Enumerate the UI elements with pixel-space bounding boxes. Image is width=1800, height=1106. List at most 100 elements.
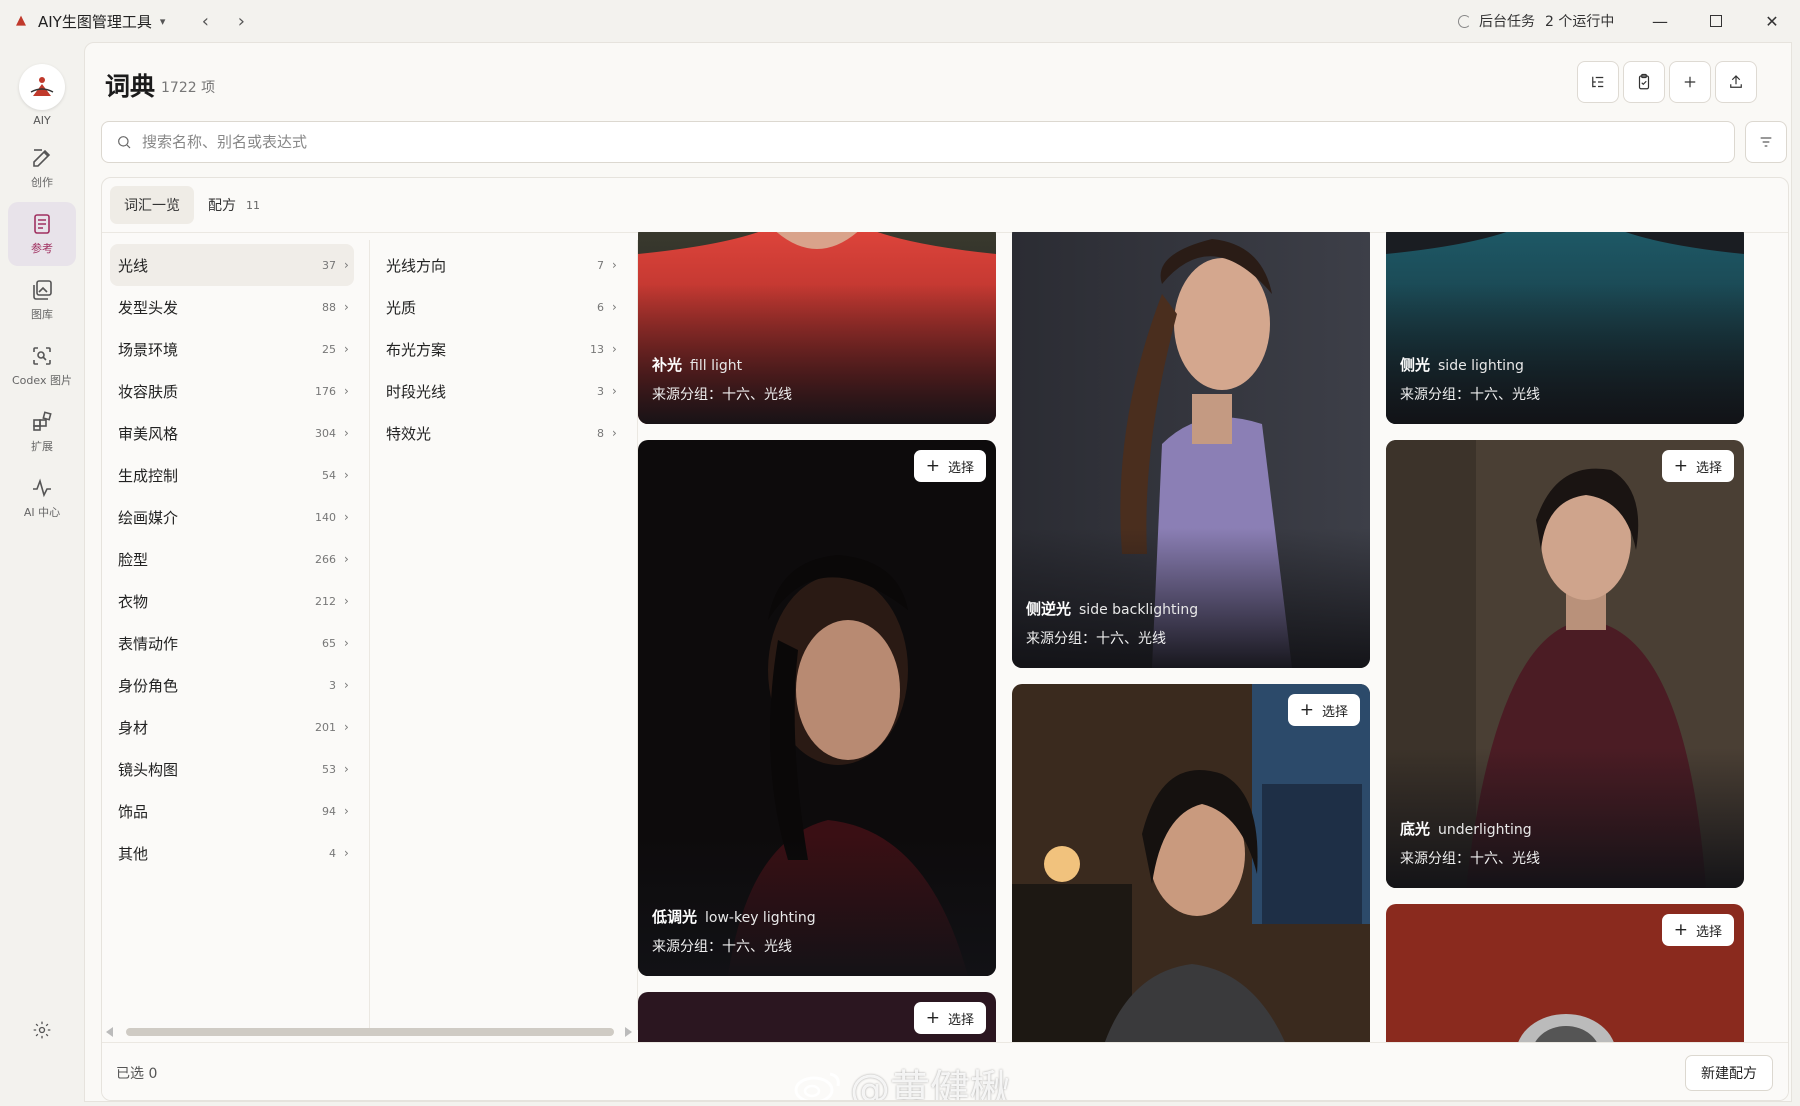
plus-icon: +: [925, 1007, 940, 1028]
subcategory-list: 光线方向 7 › 光质 6 › 布光方案 13 › 时段光线 3 › 特效光 8 ›: [370, 240, 638, 1030]
category-name: 绘画媒介: [118, 508, 179, 527]
subcategory-item[interactable]: 时段光线 3 ›: [378, 370, 622, 412]
term-card[interactable]: + 选择: [1386, 904, 1744, 1042]
title-bar: ▲ AIY生图管理工具 ▾ ‹ › 后台任务 2 个运行中 — ✕: [0, 0, 1800, 42]
chevron-right-icon: ›: [344, 594, 349, 608]
filter-button[interactable]: [1745, 121, 1787, 163]
upload-icon: [1730, 75, 1742, 88]
extensions-icon: [33, 411, 52, 431]
scroll-right-icon[interactable]: [625, 1027, 632, 1037]
category-item[interactable]: 衣物 212 ›: [110, 580, 354, 622]
subcategory-item[interactable]: 布光方案 13 ›: [378, 328, 622, 370]
chevron-down-icon[interactable]: ▾: [160, 15, 166, 28]
content-frame: 词汇一览 配方 11 光线 37 › 发型头发 88 › 场景环境 25 › 妆容肤质 176…: [101, 177, 1789, 1101]
add-button[interactable]: [1669, 61, 1711, 103]
category-item[interactable]: 绘画媒介 140 ›: [110, 496, 354, 538]
chevron-right-icon: ›: [344, 636, 349, 650]
new-recipe-button[interactable]: 新建配方: [1685, 1055, 1773, 1091]
chevron-right-icon: ›: [344, 846, 349, 860]
term-card[interactable]: + 选择 低调光 low-key lighting 来源分组：十六、光线: [638, 440, 996, 976]
sidebar-item-codex-images[interactable]: Codex 图片: [8, 334, 76, 398]
term-card[interactable]: 侧逆光 side backlighting 来源分组：十六、光线: [1012, 232, 1370, 668]
subcategory-item[interactable]: 光质 6 ›: [378, 286, 622, 328]
maximize-button[interactable]: [1688, 0, 1744, 42]
chevron-right-icon: ›: [612, 426, 617, 440]
category-item[interactable]: 表情动作 65 ›: [110, 622, 354, 664]
subcategory-item[interactable]: 光线方向 7 ›: [378, 244, 622, 286]
search-input[interactable]: [142, 133, 1702, 151]
plus-icon: +: [925, 455, 940, 476]
sidebar-item-label: 图库: [31, 308, 53, 321]
minimize-button[interactable]: —: [1632, 0, 1688, 42]
subcategory-count: 7: [597, 258, 604, 272]
sidebar-item-ai-center[interactable]: AI 中心: [8, 466, 76, 530]
category-item[interactable]: 生成控制 54 ›: [110, 454, 354, 496]
category-count: 212: [315, 594, 336, 608]
term-source: 来源分组：十六、光线: [652, 939, 792, 955]
clipboard-check-icon: [1638, 73, 1650, 90]
settings-button[interactable]: [28, 1016, 56, 1044]
scrollbar-thumb[interactable]: [126, 1028, 614, 1036]
spinner-icon: [1458, 14, 1471, 28]
background-tasks[interactable]: 后台任务 2 个运行中: [1458, 0, 1614, 42]
category-item[interactable]: 身份角色 3 ›: [110, 664, 354, 706]
export-button[interactable]: [1715, 61, 1757, 103]
category-item[interactable]: 身材 201 ›: [110, 706, 354, 748]
term-card[interactable]: + 选择 底光 underlighting 来源分组：十六、光线: [1386, 440, 1744, 888]
close-button[interactable]: ✕: [1744, 0, 1800, 42]
category-count: 4: [329, 846, 336, 860]
select-button[interactable]: + 选择: [1661, 450, 1734, 482]
term-title: 补光 fill light: [652, 356, 743, 374]
select-button[interactable]: + 选择: [913, 450, 986, 482]
category-name: 身材: [118, 718, 149, 737]
tab-vocabulary[interactable]: 词汇一览: [110, 186, 194, 224]
subcategory-item[interactable]: 特效光 8 ›: [378, 412, 622, 454]
category-item[interactable]: 其他 4 ›: [110, 832, 354, 874]
tab-recipes[interactable]: 配方 11: [194, 186, 274, 224]
select-button[interactable]: + 选择: [913, 1002, 986, 1034]
term-card[interactable]: 补光 fill light 来源分组：十六、光线: [638, 232, 996, 424]
term-title: 侧逆光 side backlighting: [1026, 600, 1199, 618]
select-button[interactable]: + 选择: [1661, 914, 1734, 946]
subcategory-name: 布光方案: [386, 340, 447, 359]
chevron-right-icon: ›: [612, 258, 617, 272]
term-card[interactable]: 侧光 side lighting 来源分组：十六、光线: [1386, 232, 1744, 424]
subcategory-name: 特效光: [386, 424, 432, 443]
category-item[interactable]: 发型头发 88 ›: [110, 286, 354, 328]
category-item[interactable]: 场景环境 25 ›: [110, 328, 354, 370]
app-logo[interactable]: [19, 64, 65, 110]
category-item[interactable]: 审美风格 304 ›: [110, 412, 354, 454]
gallery-icon: [33, 280, 52, 300]
term-card[interactable]: + 选择: [1012, 684, 1370, 1042]
term-source: 来源分组：十六、光线: [1400, 387, 1540, 403]
app-title[interactable]: AIY生图管理工具: [38, 11, 152, 32]
category-item[interactable]: 镜头构图 53 ›: [110, 748, 354, 790]
category-count: 266: [315, 552, 336, 566]
filter-icon: [1760, 137, 1772, 147]
category-item[interactable]: 光线 37 ›: [110, 244, 354, 286]
sidebar-item-create[interactable]: 创作: [8, 136, 76, 200]
forward-arrow-icon[interactable]: ›: [227, 7, 255, 35]
category-count: 176: [315, 384, 336, 398]
clipboard-button[interactable]: [1623, 61, 1665, 103]
select-button[interactable]: + 选择: [1287, 694, 1360, 726]
list-view-button[interactable]: [1577, 61, 1619, 103]
subcategory-count: 3: [597, 384, 604, 398]
category-item[interactable]: 妆容肤质 176 ›: [110, 370, 354, 412]
sidebar-item-gallery[interactable]: 图库: [8, 268, 76, 332]
subcategory-name: 光质: [386, 298, 417, 317]
logo-label: AIY: [33, 114, 51, 127]
sidebar-item-extensions[interactable]: 扩展: [8, 400, 76, 464]
back-arrow-icon[interactable]: ‹: [191, 7, 219, 35]
sidebar-item-reference[interactable]: 参考: [8, 202, 76, 266]
plus-icon: +: [1673, 919, 1688, 940]
horizontal-scrollbar[interactable]: [106, 1024, 632, 1040]
category-item[interactable]: 脸型 266 ›: [110, 538, 354, 580]
scroll-left-icon[interactable]: [106, 1027, 113, 1037]
term-card[interactable]: + 选择: [638, 992, 996, 1042]
category-item[interactable]: 饰品 94 ›: [110, 790, 354, 832]
chevron-right-icon: ›: [344, 384, 349, 398]
category-name: 脸型: [118, 550, 149, 569]
subcategory-name: 时段光线: [386, 382, 447, 401]
chevron-right-icon: ›: [344, 804, 349, 818]
